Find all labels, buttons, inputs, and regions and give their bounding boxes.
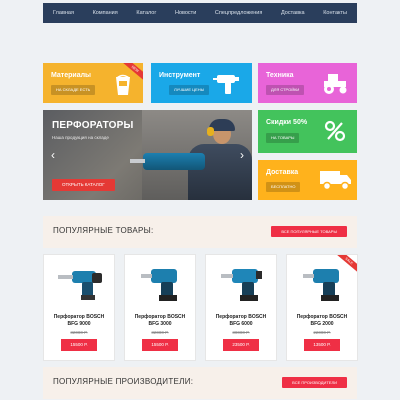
product-image [221,269,262,301]
tile-discounts-title: Скидки 50% [266,119,308,126]
paint-bucket-icon [116,74,130,95]
product-name: Перфоратор BOSCH BFG 6000 [215,314,267,327]
tile-discounts-button[interactable]: НА ТОВАРЫ [266,133,300,143]
tile-delivery[interactable]: Доставка БЕСПЛАТНО [258,160,357,200]
product-image [141,269,177,301]
ear-protector [207,127,214,136]
popular-products-title: ПОПУЛЯРНЫЕ ТОВАРЫ: [53,226,154,235]
nav-item-offers[interactable]: Спецпредложения [215,10,262,16]
product-old-price: 22000 Р. [313,330,331,335]
product-name: Перфоратор BOSCH BFG 2000 [296,314,348,327]
product-card[interactable]: Перфоратор BOSCH BFG 6000 30000 Р. 23500 … [205,254,277,361]
hero-slider[interactable]: ПЕРФОРАТОРЫ Наша продукция на складе ‹ ›… [43,110,252,200]
product-card[interactable]: Перфоратор BOSCH BFG 3000 32000 Р. 15500 … [124,254,196,361]
banner-subtitle: Наша продукция на складе [52,135,109,140]
tractor-icon [324,74,347,94]
product-image [303,269,339,301]
tile-materials-title: Материалы [51,72,92,79]
product-name: Перфоратор BOSCH BFG 9000 [53,314,105,327]
tile-delivery-button[interactable]: БЕСПЛАТНО [266,182,301,192]
drill-bit [130,159,145,163]
nav-item-contacts[interactable]: Контакты [323,10,347,16]
product-name: Перфоратор BOSCH BFG 3000 [134,314,186,327]
banner-title: ПЕРФОРАТОРЫ [52,120,134,131]
hammer-drill-image [143,153,205,170]
product-image [58,271,102,300]
all-manufacturers-button[interactable]: ВСЕ ПРОИЗВОДИТЕЛИ [282,377,347,388]
tile-materials-button[interactable]: НА СКЛАДЕ ЕСТЬ [51,85,96,95]
product-price-button[interactable]: 15500 Р. [142,339,178,351]
nav-item-catalog[interactable]: Каталог [136,10,156,16]
tile-tools-button[interactable]: ЛУЧШИЕ ЦЕНЫ [169,85,210,95]
all-popular-button[interactable]: ВСЕ ПОПУЛЯРНЫЕ ТОВАРЫ [271,226,347,237]
tile-tech-button[interactable]: ДЛЯ СТРОЙКИ [266,85,305,95]
drill-icon [213,75,239,94]
product-card[interactable]: Перфоратор BOSCH BFG 9000 32000 Р. 15500 … [43,254,115,361]
product-price-button[interactable]: 23500 Р. [223,339,259,351]
percent-icon [324,120,346,142]
product-old-price: 32000 Р. [70,330,88,335]
truck-icon [320,171,351,191]
product-card[interactable]: Перфоратор BOSCH BFG 2000 22000 Р. 13500 … [286,254,358,361]
product-price-button[interactable]: 13500 Р. [304,339,340,351]
popular-products-header: ПОПУЛЯРНЫЕ ТОВАРЫ: ВСЕ ПОПУЛЯРНЫЕ ТОВАРЫ [43,216,357,248]
nav-item-delivery[interactable]: Доставка [281,10,305,16]
tile-tech[interactable]: Техника ДЛЯ СТРОЙКИ [258,63,357,103]
slider-prev-icon[interactable]: ‹ [51,148,55,162]
nav-item-news[interactable]: Новости [175,10,196,16]
tile-discounts[interactable]: Скидки 50% НА ТОВАРЫ [258,110,357,153]
page: Главная Компания Каталог Новости Спецпре… [0,0,400,400]
tile-tools-title: Инструмент [159,72,201,79]
top-navigation: Главная Компания Каталог Новости Спецпре… [43,3,357,23]
tile-delivery-title: Доставка [266,169,299,176]
product-old-price: 30000 Р. [232,330,250,335]
popular-manufacturers-header: ПОПУЛЯРНЫЕ ПРОИЗВОДИТЕЛИ: ВСЕ ПРОИЗВОДИТ… [43,367,357,399]
popular-manufacturers-title: ПОПУЛЯРНЫЕ ПРОИЗВОДИТЕЛИ: [53,377,194,386]
open-catalog-button[interactable]: ОТКРЫТЬ КАТАЛОГ [52,179,115,191]
slider-next-icon[interactable]: › [240,148,244,162]
tile-materials[interactable]: Материалы НА СКЛАДЕ ЕСТЬ NEW [43,63,143,103]
tile-tools[interactable]: Инструмент ЛУЧШИЕ ЦЕНЫ [151,63,252,103]
tile-tech-title: Техника [266,72,294,79]
product-price-button[interactable]: 15500 Р. [61,339,97,351]
nav-item-home[interactable]: Главная [53,10,74,16]
nav-item-company[interactable]: Компания [93,10,118,16]
product-old-price: 32000 Р. [151,330,169,335]
